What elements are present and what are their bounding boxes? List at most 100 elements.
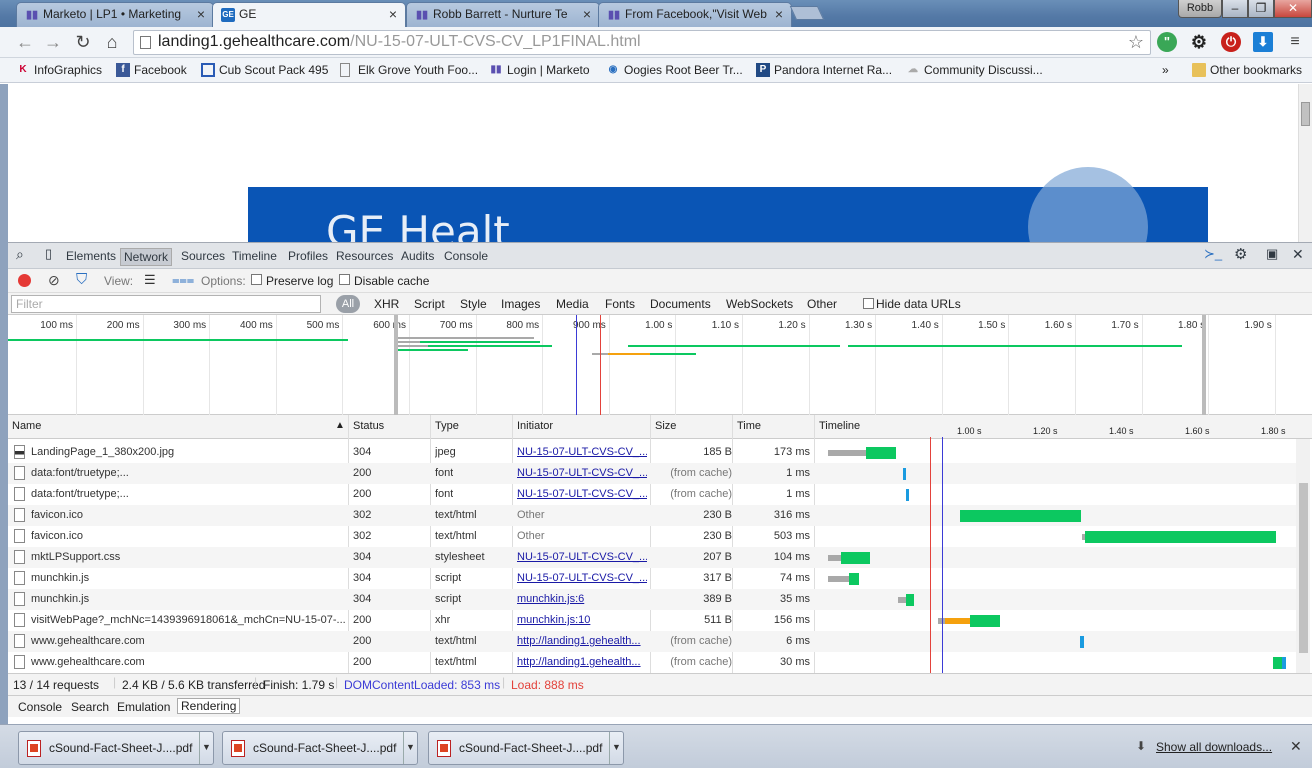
filter-other[interactable]: Other — [807, 297, 837, 311]
table-row[interactable]: data:font/truetype;... 200 font NU-15-07… — [8, 484, 1296, 505]
address-bar[interactable]: landing1.gehealthcare.com/NU-15-07-ULT-C… — [133, 30, 1151, 55]
overview-handle-right[interactable] — [1202, 315, 1206, 415]
column-header-timeline[interactable]: Timeline — [819, 420, 860, 432]
request-initiator[interactable]: NU-15-07-ULT-CVS-CV_... — [517, 488, 647, 500]
bookmark-item[interactable]: K InfoGraphics — [16, 63, 102, 77]
column-header-initiator[interactable]: Initiator — [517, 420, 553, 432]
table-row[interactable]: munchkin.js 304 script NU-15-07-ULT-CVS-… — [8, 568, 1296, 589]
table-scrollbar[interactable] — [1296, 439, 1310, 673]
close-icon[interactable]: × — [775, 7, 783, 21]
column-header-time[interactable]: Time — [737, 420, 761, 432]
chevron-down-icon[interactable]: ▼ — [609, 732, 623, 764]
filter-input[interactable]: Filter — [11, 295, 321, 313]
download-item[interactable]: cSound-Fact-Sheet-J....pdf ▼ — [428, 731, 624, 765]
column-header-type[interactable]: Type — [435, 420, 459, 432]
request-initiator[interactable]: NU-15-07-ULT-CVS-CV_... — [517, 572, 647, 584]
request-initiator[interactable]: munchkin.js:6 — [517, 593, 647, 605]
request-initiator[interactable]: NU-15-07-ULT-CVS-CV_... — [517, 467, 647, 479]
overview-handle-left[interactable] — [394, 315, 398, 415]
table-row[interactable]: favicon.ico 302 text/html Other 230 B 31… — [8, 505, 1296, 526]
stop-icon[interactable]: ⏻ — [1221, 32, 1241, 52]
menu-icon[interactable]: ≡ — [1285, 32, 1305, 52]
user-profile-button[interactable]: Robb — [1178, 0, 1222, 18]
bookmark-item[interactable]: ☁ Community Discussi... — [906, 63, 1043, 77]
preserve-log-checkbox[interactable] — [251, 274, 262, 285]
tab-console[interactable]: Console — [444, 249, 488, 263]
drawer-tab-search[interactable]: Search — [71, 700, 109, 714]
tab-resources[interactable]: Resources — [336, 249, 393, 263]
tab-timeline[interactable]: Timeline — [232, 249, 277, 263]
bookmark-item[interactable]: Elk Grove Youth Foo... — [340, 63, 478, 77]
back-icon[interactable]: ← — [14, 32, 36, 54]
minimize-button[interactable]: – — [1222, 0, 1248, 18]
download-item[interactable]: cSound-Fact-Sheet-J....pdf ▼ — [18, 731, 214, 765]
table-row[interactable]: www.gehealthcare.com 200 text/html http:… — [8, 652, 1296, 673]
request-initiator[interactable]: NU-15-07-ULT-CVS-CV_... — [517, 551, 647, 563]
clear-icon[interactable]: ⊘ — [48, 272, 60, 289]
filter-style[interactable]: Style — [460, 297, 487, 311]
drawer-tab-rendering[interactable]: Rendering — [177, 698, 241, 714]
restore-button[interactable]: ❐ — [1248, 0, 1274, 18]
tab-robb-barrett[interactable]: ▮▮ Robb Barrett - Nurture Te × — [406, 2, 600, 27]
gear-icon[interactable]: ⚙ — [1189, 32, 1209, 52]
device-mode-icon[interactable]: ▯ — [45, 246, 52, 262]
chevron-down-icon[interactable]: ▼ — [199, 732, 213, 764]
bookmarks-overflow-button[interactable]: » — [1162, 63, 1169, 77]
filter-websockets[interactable]: WebSockets — [726, 297, 793, 311]
close-icon[interactable]: × — [583, 7, 591, 21]
column-header-name[interactable]: Name — [12, 420, 41, 432]
dock-icon[interactable]: ▣ — [1266, 246, 1278, 262]
drawer-tab-console[interactable]: Console — [18, 700, 62, 714]
console-drawer-icon[interactable]: ≻_ — [1204, 246, 1222, 262]
filter-xhr[interactable]: XHR — [374, 297, 399, 311]
drawer-tab-emulation[interactable]: Emulation — [117, 700, 170, 714]
overview-icon[interactable]: ⩶ — [172, 272, 194, 288]
disable-cache-checkbox[interactable] — [339, 274, 350, 285]
bookmark-item[interactable]: Cub Scout Pack 495 — [201, 63, 328, 77]
tab-sources[interactable]: Sources — [181, 249, 225, 263]
record-icon[interactable] — [18, 274, 31, 287]
close-icon[interactable]: ✕ — [1290, 738, 1302, 755]
tab-network[interactable]: Network — [120, 248, 173, 266]
close-window-button[interactable]: ✕ — [1274, 0, 1312, 18]
filter-script[interactable]: Script — [414, 297, 445, 311]
other-bookmarks[interactable]: Other bookmarks — [1192, 63, 1302, 77]
filter-images[interactable]: Images — [501, 297, 540, 311]
tab-audits[interactable]: Audits — [401, 249, 434, 263]
table-row[interactable]: munchkin.js 304 script munchkin.js:6 389… — [8, 589, 1296, 610]
table-row[interactable]: data:font/truetype;... 200 font NU-15-07… — [8, 463, 1296, 484]
request-initiator[interactable]: munchkin.js:10 — [517, 614, 647, 626]
new-tab-button[interactable] — [789, 6, 825, 20]
bookmark-star-icon[interactable]: ☆ — [1128, 31, 1144, 53]
column-header-status[interactable]: Status — [353, 420, 384, 432]
tab-from-facebook[interactable]: ▮▮ From Facebook,"Visit Web × — [598, 2, 792, 27]
tab-profiles[interactable]: Profiles — [288, 249, 328, 263]
table-row[interactable]: LandingPage_1_380x200.jpg 304 jpeg NU-15… — [8, 442, 1296, 463]
large-rows-icon[interactable]: ☰ — [144, 272, 156, 288]
table-row[interactable]: www.gehealthcare.com 200 text/html http:… — [8, 631, 1296, 652]
download-icon[interactable]: ⬇ — [1253, 32, 1273, 52]
close-icon[interactable]: × — [197, 7, 205, 21]
bookmark-item[interactable]: P Pandora Internet Ra... — [756, 63, 892, 77]
network-overview[interactable]: 100 ms 200 ms 300 ms 400 ms 500 ms 600 ms 700 … — [8, 315, 1312, 415]
bookmark-item[interactable]: ▮▮ Login | Marketo — [489, 63, 589, 77]
page-scrollbar[interactable] — [1298, 84, 1312, 242]
table-row[interactable]: mktLPSupport.css 304 stylesheet NU-15-07… — [8, 547, 1296, 568]
gear-icon[interactable]: ⚙ — [1234, 245, 1247, 263]
hide-data-urls-checkbox[interactable] — [863, 298, 874, 309]
tab-ge[interactable]: GE GE × — [212, 2, 406, 27]
scrollbar-thumb[interactable] — [1299, 483, 1308, 653]
search-icon[interactable]: ⌕ — [16, 246, 24, 263]
close-icon[interactable]: × — [389, 7, 397, 21]
filter-media[interactable]: Media — [556, 297, 589, 311]
show-all-downloads-link[interactable]: Show all downloads... — [1156, 740, 1272, 754]
chevron-down-icon[interactable]: ▼ — [403, 732, 417, 764]
tab-elements[interactable]: Elements — [66, 249, 116, 263]
scrollbar-thumb[interactable] — [1301, 102, 1310, 126]
hangouts-icon[interactable]: " — [1157, 32, 1177, 52]
request-initiator[interactable]: http://landing1.gehealth... — [517, 635, 647, 647]
page-viewport[interactable]: GE Healt — [8, 84, 1298, 242]
filter-all-button[interactable]: All — [336, 295, 360, 313]
filter-documents[interactable]: Documents — [650, 297, 711, 311]
table-row[interactable]: visitWebPage?_mchNc=1439396918061&_mchCn… — [8, 610, 1296, 631]
